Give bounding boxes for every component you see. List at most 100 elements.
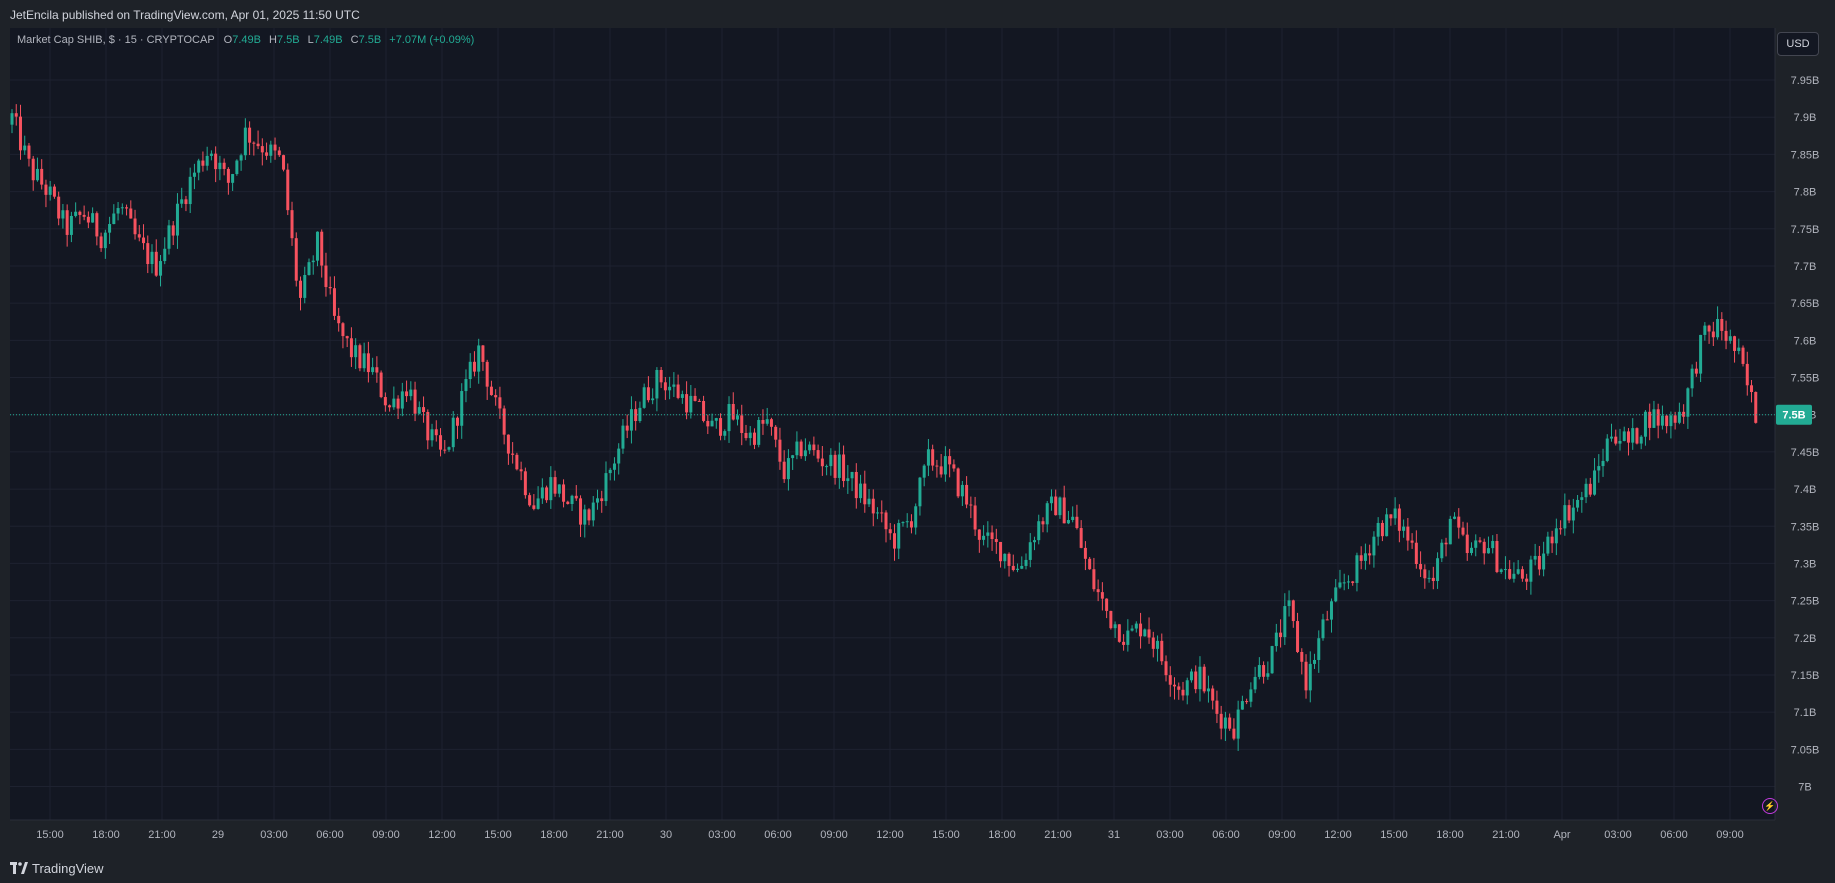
candle-down xyxy=(40,168,44,185)
y-axis-tick-label: 7.25B xyxy=(1791,596,1820,608)
candle-down xyxy=(341,323,345,337)
candle-down xyxy=(1614,436,1618,444)
candle-down xyxy=(892,533,896,549)
candle-down xyxy=(137,234,141,238)
candle-up xyxy=(218,162,222,170)
candle-up xyxy=(1240,701,1244,710)
candle-up xyxy=(1342,582,1346,584)
candle-up xyxy=(668,386,672,391)
candle-down xyxy=(1211,688,1215,701)
candle-down xyxy=(1168,675,1172,685)
candle-down xyxy=(969,504,973,506)
candle-up xyxy=(269,144,273,156)
candle-down xyxy=(1151,637,1155,649)
candle-up xyxy=(1499,569,1503,573)
candle-down xyxy=(413,389,417,414)
candle-down xyxy=(366,353,370,373)
candle-up xyxy=(1058,497,1062,516)
candle-up xyxy=(621,425,625,449)
candle-down xyxy=(1359,555,1363,561)
candle-up xyxy=(655,369,659,399)
candle-up xyxy=(1622,431,1626,441)
candle-up xyxy=(112,213,116,225)
x-axis-tick-label: 03:00 xyxy=(708,829,736,841)
candle-down xyxy=(1537,555,1541,570)
candle-up xyxy=(837,454,841,478)
candle-down xyxy=(1291,600,1295,622)
candle-down xyxy=(854,471,858,499)
candle-up xyxy=(1686,388,1690,417)
candle-down xyxy=(1083,547,1087,559)
candle-up xyxy=(1393,508,1397,519)
candle-down xyxy=(481,345,485,362)
candle-up xyxy=(1610,436,1614,439)
candle-down xyxy=(1724,330,1728,341)
candle-down xyxy=(1389,514,1393,519)
x-axis-tick-label: 15:00 xyxy=(932,829,960,841)
candle-down xyxy=(65,210,69,235)
candle-down xyxy=(579,498,583,525)
candle-down xyxy=(426,412,430,441)
candle-down xyxy=(1100,592,1104,599)
candle-down xyxy=(1092,569,1096,590)
candle-up xyxy=(918,477,922,507)
candle-up xyxy=(629,409,633,431)
candle-down xyxy=(973,505,977,530)
candle-down xyxy=(1139,623,1143,637)
candle-up xyxy=(1669,415,1673,427)
candle-down xyxy=(1368,553,1372,556)
candle-down xyxy=(833,454,837,478)
candle-down xyxy=(1711,331,1715,338)
open-value: 7.49B xyxy=(232,34,261,46)
symbol-label[interactable]: Market Cap SHIB, $ · 15 · CRYPTOCAP xyxy=(17,34,214,46)
candle-down xyxy=(799,441,803,457)
candle-down xyxy=(782,461,786,480)
candle-down xyxy=(990,532,994,540)
candle-down xyxy=(494,395,498,398)
candle-down xyxy=(1588,483,1592,495)
candle-up xyxy=(158,261,162,276)
close-label: C xyxy=(350,34,359,46)
candle-down xyxy=(697,400,701,402)
candle-down xyxy=(1733,336,1737,351)
candle-down xyxy=(1300,651,1304,662)
candle-up xyxy=(1699,334,1703,374)
candle-up xyxy=(1185,680,1189,696)
candle-up xyxy=(1113,624,1117,629)
currency-button[interactable]: USD xyxy=(1777,32,1819,56)
candle-down xyxy=(129,208,133,219)
y-axis-tick-label: 7.75B xyxy=(1791,224,1820,236)
candle-up xyxy=(1313,659,1317,664)
x-axis-tick-label: 09:00 xyxy=(820,829,848,841)
candle-up xyxy=(1334,587,1338,602)
candle-down xyxy=(86,216,90,223)
price-chart[interactable]: 7B 7.05B 7.1B 7.15B 7.2B 7.25B 7.3B 7.35B 7.4B 7.… xyxy=(0,0,1835,853)
candle-down xyxy=(1745,363,1749,386)
candle-up xyxy=(1448,518,1452,545)
candle-up xyxy=(460,391,464,426)
candle-up xyxy=(1037,521,1041,541)
candle-up xyxy=(1601,460,1605,467)
candle-up xyxy=(1474,540,1478,548)
candle-up xyxy=(982,535,986,540)
x-axis-tick-label: 12:00 xyxy=(1324,829,1352,841)
candle-up xyxy=(672,384,676,387)
low-value: 7.49B xyxy=(313,34,343,46)
candle-up xyxy=(1143,629,1147,637)
candle-down xyxy=(1707,325,1711,332)
x-axis-tick-label: 06:00 xyxy=(1660,829,1688,841)
candle-up xyxy=(1317,638,1321,660)
candle-up xyxy=(1253,676,1257,690)
candle-down xyxy=(1160,640,1164,662)
open-label: O xyxy=(223,34,233,46)
candle-up xyxy=(197,160,201,173)
lightning-icon[interactable]: ⚡ xyxy=(1762,798,1778,814)
candle-down xyxy=(82,214,86,217)
candle-up xyxy=(307,262,311,275)
candle-down xyxy=(1495,540,1499,573)
candle-down xyxy=(952,464,956,469)
candle-up xyxy=(1584,483,1588,498)
candle-up xyxy=(795,441,799,456)
candle-down xyxy=(1559,528,1563,530)
candle-down xyxy=(1626,431,1630,443)
